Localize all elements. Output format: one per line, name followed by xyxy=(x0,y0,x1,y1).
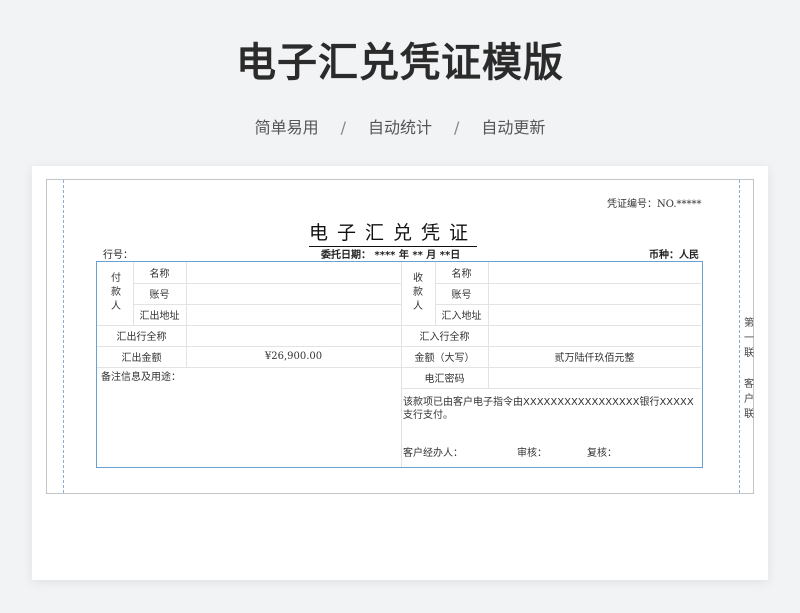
copy-number-label: 第一联 xyxy=(744,318,754,359)
feature-tags: 简单易用 / 自动统计 / 自动更新 xyxy=(0,114,800,138)
payer-name-label: 名称 xyxy=(149,269,170,280)
left-perforation xyxy=(63,180,64,493)
payer-bank-field[interactable] xyxy=(186,325,401,346)
remarks-label: 备注信息及用途： xyxy=(101,371,181,383)
currency-label: 币种：人民 xyxy=(649,250,699,261)
entrust-date: 委托日期： **** 年 ** 月 **日 xyxy=(321,250,461,261)
payee-name-field[interactable] xyxy=(488,262,701,283)
payee-amount-caps-label: 金额（大写） xyxy=(414,353,475,364)
payee-account-field[interactable] xyxy=(488,283,701,304)
payee-account-label: 账号 xyxy=(451,290,472,301)
copy-type-label: 客户联 xyxy=(744,379,754,420)
right-perforation xyxy=(739,180,740,493)
voucher-card: 凭证编号：NO.***** 电子汇兑凭证 行号： 委托日期： **** 年 **… xyxy=(32,166,768,580)
voucher-number: 凭证编号：NO.***** xyxy=(607,199,702,210)
payer-bank-label: 汇出行全称 xyxy=(116,332,167,343)
payee-bank-label: 汇入行全称 xyxy=(419,332,470,343)
instruction-text: 该款项已由客户电子指令由XXXXXXXXXXXXXXXXX银行XXXXX支行支付… xyxy=(403,397,694,421)
payer-account-label: 账号 xyxy=(149,290,170,301)
tag-easy: 简单易用 xyxy=(254,118,319,137)
tag-separator: / xyxy=(340,118,346,137)
recheck-label: 复核： xyxy=(587,448,617,459)
manager-label: 客户经办人： xyxy=(403,448,463,459)
voucher-title: 电子汇兑凭证 xyxy=(309,218,478,247)
payee-amount-caps-value: 贰万陆仟玖佰元整 xyxy=(554,353,635,364)
tag-separator: / xyxy=(454,118,460,137)
tag-auto-update: 自动更新 xyxy=(481,118,546,137)
page-title: 电子汇兑凭证模版 xyxy=(236,40,564,86)
payee-address-label: 汇入地址 xyxy=(441,311,482,322)
payee-bank-field[interactable] xyxy=(488,325,701,346)
wire-password-field[interactable] xyxy=(488,367,701,388)
bank-number-label: 行号： xyxy=(103,250,133,261)
payer-amount-label: 汇出金额 xyxy=(121,353,162,364)
payee-name-label: 名称 xyxy=(451,269,472,280)
wire-password-label: 电汇密码 xyxy=(424,374,465,385)
payee-group-label: 收款人 xyxy=(413,273,423,312)
payer-name-field[interactable] xyxy=(186,262,401,283)
payee-address-field[interactable] xyxy=(488,304,701,325)
payer-account-field[interactable] xyxy=(186,283,401,304)
payer-amount-value: ¥26,900.00 xyxy=(264,351,323,362)
payer-address-label: 汇出地址 xyxy=(139,311,180,322)
voucher-sheet: 凭证编号：NO.***** 电子汇兑凭证 行号： 委托日期： **** 年 **… xyxy=(46,179,754,494)
audit-label: 审核： xyxy=(517,448,547,459)
remittance-form: 付款人 名称 账号 汇出地址 汇出行全称 汇出金额 ¥26,900.00 备注信… xyxy=(96,261,703,468)
tag-auto-stat: 自动统计 xyxy=(367,118,432,137)
payer-address-field[interactable] xyxy=(186,304,401,325)
payer-group-label: 付款人 xyxy=(111,273,121,312)
